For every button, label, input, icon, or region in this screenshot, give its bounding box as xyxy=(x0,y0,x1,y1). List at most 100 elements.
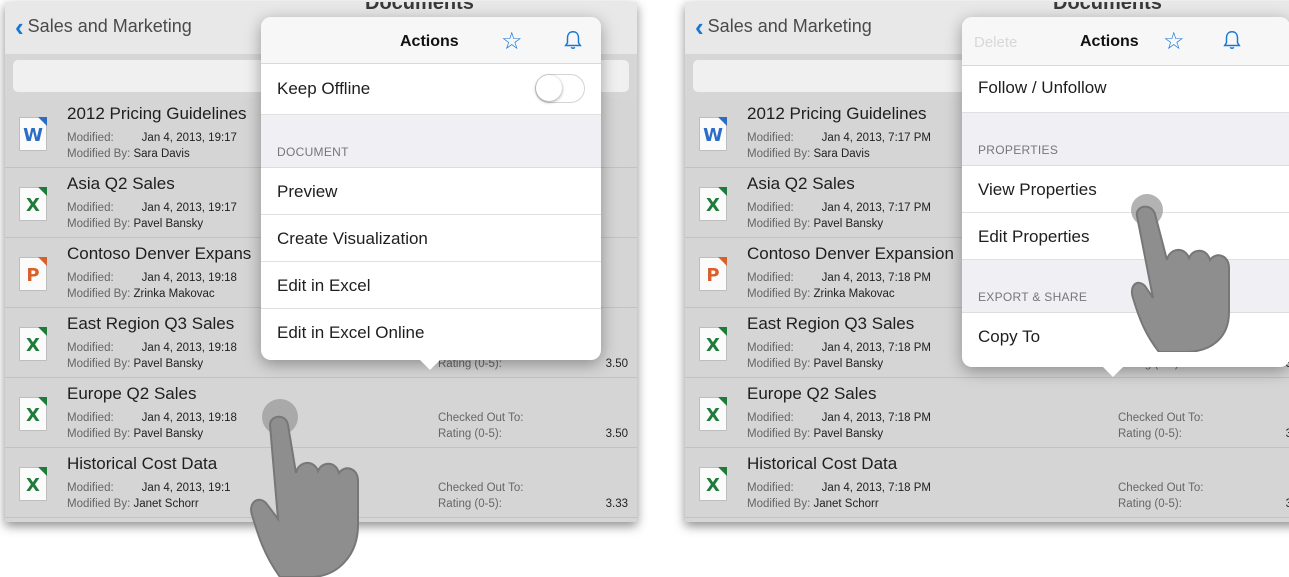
rating-label: Rating (0-5): xyxy=(1118,428,1182,440)
modified-by-label: Modified By: xyxy=(67,148,131,160)
rating-value: 3.33 xyxy=(605,498,628,510)
back-button[interactable]: ‹ Sales and Marketing xyxy=(15,14,192,40)
section-label-document: DOCUMENT xyxy=(277,145,349,159)
menu-item-label: View Properties xyxy=(978,180,1097,199)
menu-item-edit-in-excel-online[interactable]: Edit in Excel Online xyxy=(261,309,601,355)
keep-offline-label: Keep Offline xyxy=(277,79,371,98)
menu-item-label: Copy To xyxy=(978,327,1041,346)
modified-by: Pavel Bansky xyxy=(813,358,884,370)
file-row[interactable]: X Historical Cost Data Modified: Jan 4, 201… xyxy=(685,448,1289,518)
modified-date: Jan 4, 2013, 7:18 PM xyxy=(821,482,931,494)
modified-by: Zrinka Makovac xyxy=(133,288,215,300)
file-meta: Modified: Jan 4, 2013, 19:17 Modified By: … xyxy=(67,200,237,232)
rating-value: 3.50 xyxy=(605,358,628,370)
modified-date: Jan 4, 2013, 19:17 xyxy=(141,132,237,144)
file-meta: Modified: Jan 4, 2013, 19:18 Modified By: … xyxy=(67,270,237,302)
rating-label: Rating (0-5): xyxy=(1118,498,1182,510)
excel-file-icon: X xyxy=(19,327,47,361)
popover-arrow xyxy=(420,360,440,370)
file-meta: Modified: Jan 4, 2013, 19:18 Modified By: … xyxy=(67,340,237,372)
file-name: East Region Q3 Sales xyxy=(67,314,235,333)
modified-by-label: Modified By: xyxy=(747,358,811,370)
back-button[interactable]: ‹ Sales and Marketing xyxy=(695,11,872,42)
file-name: Asia Q2 Sales xyxy=(747,174,855,193)
popover-title: Actions xyxy=(1080,33,1139,50)
modified-by-label: Modified By: xyxy=(67,498,131,510)
file-meta: Modified: Jan 4, 2013, 7:18 PM Modified By… xyxy=(747,410,931,442)
modified-label: Modified: xyxy=(747,132,794,144)
bell-icon[interactable] xyxy=(1221,29,1243,51)
modified-by-label: Modified By: xyxy=(67,428,131,440)
excel-file-icon: X xyxy=(19,397,47,431)
excel-file-icon: X xyxy=(699,467,727,501)
modified-by-label: Modified By: xyxy=(747,288,811,300)
file-name: 2012 Pricing Guidelines xyxy=(67,104,247,123)
right-screen: ‹ Sales and Marketing Documents W 2012 Pr… xyxy=(685,2,1289,522)
actions-popover: Actions ☆ Keep Offline DOCUMENT Preview … xyxy=(261,17,601,360)
file-name: 2012 Pricing Guidelines xyxy=(747,104,927,123)
modified-label: Modified: xyxy=(747,342,794,354)
menu-item-create-visualization[interactable]: Create Visualization xyxy=(261,215,601,262)
modified-date: Jan 4, 2013, 7:17 PM xyxy=(821,132,931,144)
excel-file-icon: X xyxy=(699,187,727,221)
checked-out-label: Checked Out To: xyxy=(1118,412,1204,424)
modified-by: Pavel Bansky xyxy=(813,218,884,230)
modified-date: Jan 4, 2013, 7:18 PM xyxy=(821,342,931,354)
rating-value: 3.33 xyxy=(1285,498,1289,510)
word-file-icon: W xyxy=(19,117,47,151)
modified-label: Modified: xyxy=(67,342,114,354)
file-status: Checked Out To: Rating (0-5): 3.50 xyxy=(1118,410,1289,442)
menu-item-preview[interactable]: Preview xyxy=(261,168,601,215)
popover-arrow xyxy=(1103,367,1123,377)
modified-label: Modified: xyxy=(67,202,114,214)
rating-value: 3.50 xyxy=(605,428,628,440)
modified-by: Pavel Bansky xyxy=(133,428,204,440)
checked-out-label: Checked Out To: xyxy=(1118,482,1204,494)
menu-item-follow-unfollow[interactable]: Follow / Unfollow xyxy=(962,66,1289,113)
modified-label: Modified: xyxy=(747,202,794,214)
file-type-letter: X xyxy=(706,475,720,496)
modified-by: Sara Davis xyxy=(813,148,870,160)
file-type-letter: X xyxy=(26,335,40,356)
file-meta: Modified: Jan 4, 2013, 19:1 Modified By: J… xyxy=(67,480,231,512)
menu-item-label: Follow / Unfollow xyxy=(978,78,1107,97)
file-type-letter: X xyxy=(26,195,40,216)
menu-item-label: Edit in Excel Online xyxy=(277,323,425,342)
bell-icon[interactable] xyxy=(562,29,584,51)
menu-item-label: Create Visualization xyxy=(277,229,428,248)
popover-title: Actions xyxy=(400,33,459,50)
popover-header: Delete Actions ☆ xyxy=(962,17,1289,66)
star-icon[interactable]: ☆ xyxy=(501,27,523,56)
file-meta: Modified: Jan 4, 2013, 19:17 Modified By: … xyxy=(67,130,237,162)
modified-date: Jan 4, 2013, 7:18 PM xyxy=(821,272,931,284)
file-name: Historical Cost Data xyxy=(747,454,898,473)
keep-offline-toggle[interactable] xyxy=(535,74,585,103)
page-title: Documents xyxy=(1053,2,1162,14)
star-icon[interactable]: ☆ xyxy=(1163,27,1185,56)
file-row[interactable]: X Europe Q2 Sales Modified: Jan 4, 2013, 7:… xyxy=(685,378,1289,448)
modified-by-label: Modified By: xyxy=(67,288,131,300)
file-meta: Modified: Jan 4, 2013, 7:18 PM Modified By… xyxy=(747,340,931,372)
section-label-properties: PROPERTIES xyxy=(978,143,1059,157)
menu-item-label: Preview xyxy=(277,182,338,201)
back-label: Sales and Marketing xyxy=(707,16,872,36)
file-meta: Modified: Jan 4, 2013, 7:18 PM Modified By… xyxy=(747,480,931,512)
section-header-properties: PROPERTIES xyxy=(962,113,1289,166)
file-name: Contoso Denver Expansion xyxy=(747,244,954,263)
menu-item-label: Edit in Excel xyxy=(277,276,371,295)
excel-file-icon: X xyxy=(699,397,727,431)
chevron-left-icon: ‹ xyxy=(695,11,704,42)
file-type-letter: P xyxy=(26,265,40,286)
modified-by: Sara Davis xyxy=(133,148,190,160)
modified-label: Modified: xyxy=(747,412,794,424)
rating-label: Rating (0-5): xyxy=(438,428,502,440)
section-label-export: EXPORT & SHARE xyxy=(978,290,1088,304)
excel-file-icon: X xyxy=(19,467,47,501)
excel-file-icon: X xyxy=(19,187,47,221)
hand-pointer-icon xyxy=(250,399,359,577)
modified-date: Jan 4, 2013, 19:18 xyxy=(141,342,237,354)
menu-item-edit-in-excel[interactable]: Edit in Excel xyxy=(261,262,601,309)
file-type-letter: X xyxy=(706,195,720,216)
delete-button[interactable]: Delete xyxy=(974,34,1017,51)
checked-out-label: Checked Out To: xyxy=(438,482,524,494)
